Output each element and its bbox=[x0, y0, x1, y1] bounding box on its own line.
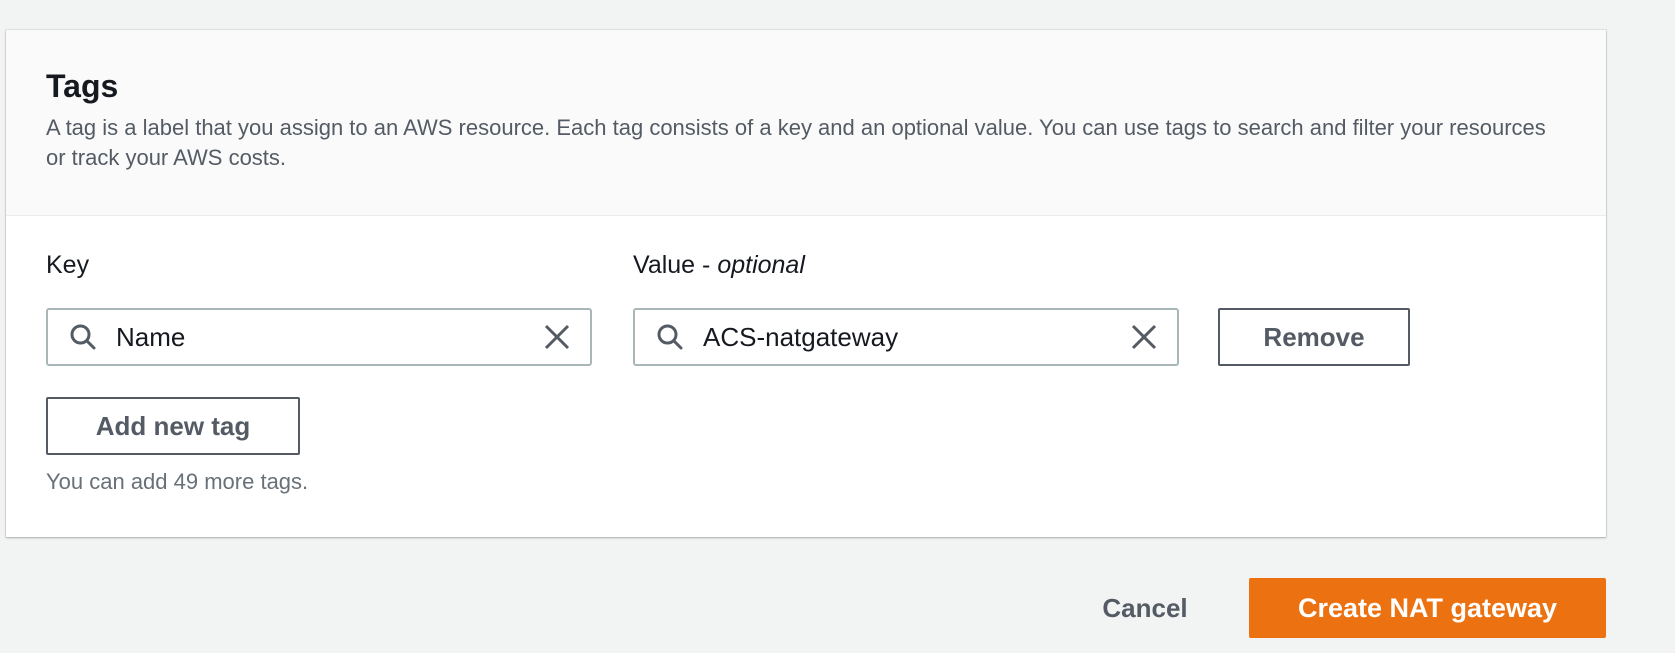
tag-key-input-box[interactable] bbox=[46, 308, 592, 366]
tag-value-optional-label: optional bbox=[717, 251, 805, 279]
tag-key-label: Key bbox=[46, 251, 90, 279]
create-nat-gateway-button[interactable]: Create NAT gateway bbox=[1249, 578, 1606, 638]
tag-key-input[interactable] bbox=[116, 310, 496, 364]
search-icon bbox=[657, 324, 683, 350]
tags-panel: Tags A tag is a label that you assign to… bbox=[6, 30, 1606, 537]
close-icon[interactable] bbox=[1129, 322, 1159, 352]
add-new-tag-button[interactable]: Add new tag bbox=[46, 397, 300, 455]
panel-description: A tag is a label that you assign to an A… bbox=[46, 114, 1546, 170]
tag-value-input-box[interactable] bbox=[633, 308, 1179, 366]
tag-value-field: Value - optional bbox=[633, 250, 805, 280]
tags-remaining-hint: You can add 49 more tags. bbox=[46, 469, 309, 494]
panel-title: Tags bbox=[46, 68, 119, 104]
tag-value-label-text: Value - bbox=[633, 251, 718, 279]
tags-panel-header: Tags A tag is a label that you assign to… bbox=[6, 30, 1606, 216]
close-icon[interactable] bbox=[542, 322, 572, 352]
tag-value-label: Value - optional bbox=[633, 250, 805, 280]
remove-tag-button[interactable]: Remove bbox=[1218, 308, 1410, 366]
search-icon bbox=[70, 324, 96, 350]
cancel-button[interactable]: Cancel bbox=[1080, 578, 1210, 638]
tag-key-field: Key bbox=[46, 250, 89, 280]
tag-value-input[interactable] bbox=[703, 310, 1083, 364]
